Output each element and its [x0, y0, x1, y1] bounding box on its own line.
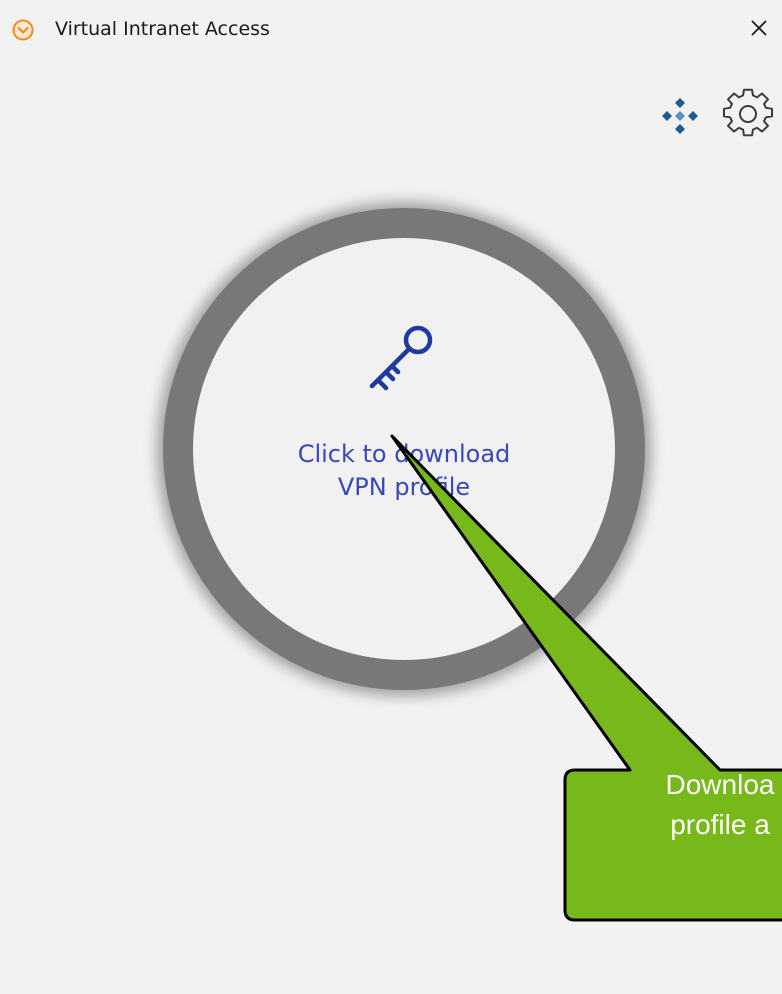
callout-text: Downloa profile a — [600, 765, 782, 845]
chevron-circle-icon — [12, 19, 34, 41]
close-button[interactable] — [740, 12, 780, 48]
callout-line-2: profile a — [670, 809, 770, 840]
download-prompt[interactable]: Click to download VPN profile — [250, 438, 558, 504]
prompt-line-2: VPN profile — [337, 473, 471, 501]
key-icon — [369, 325, 433, 391]
close-icon — [751, 20, 767, 36]
gear-icon[interactable] — [722, 88, 774, 140]
app-window: Virtual Intranet Access Click to downloa… — [0, 0, 782, 994]
callout-line-1: Downloa — [665, 769, 775, 800]
prompt-line-1: Click to download — [297, 440, 511, 468]
network-diamond-icon[interactable] — [656, 92, 704, 140]
window-title: Virtual Intranet Access — [55, 18, 270, 40]
title-bar: Virtual Intranet Access — [0, 0, 782, 58]
